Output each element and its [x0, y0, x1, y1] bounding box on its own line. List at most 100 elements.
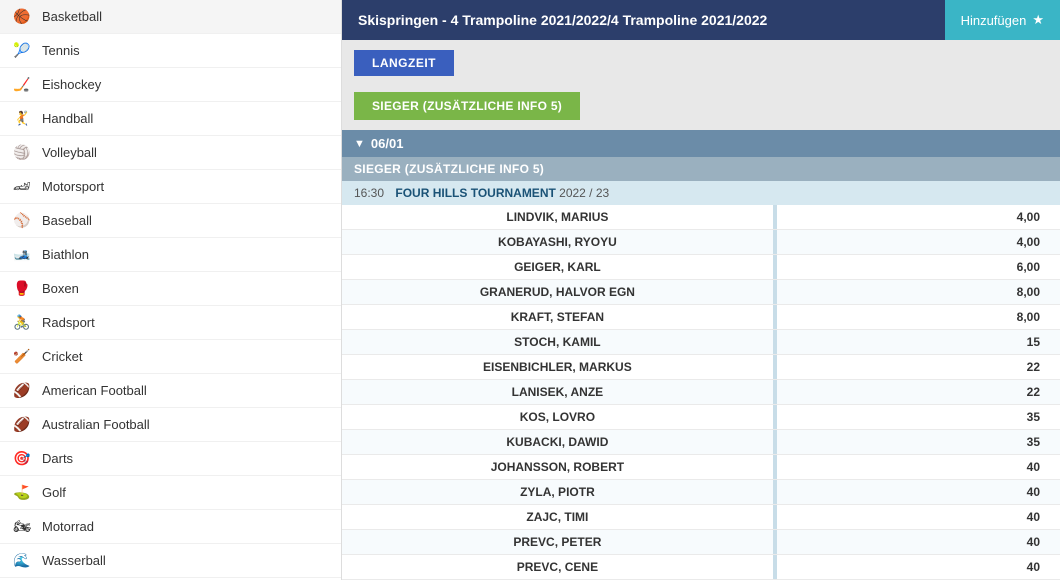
sidebar-item-australian-football[interactable]: 🏈 Australian Football	[0, 408, 341, 442]
player-name: JOHANSSON, ROBERT	[342, 455, 773, 480]
australian-football-icon: 🏈	[12, 416, 32, 433]
sidebar-item-label-australian-football: Australian Football	[42, 417, 150, 432]
eishockey-icon: 🏒	[12, 76, 32, 93]
main-content: Skispringen - 4 Trampoline 2021/2022/4 T…	[342, 0, 1060, 580]
boxen-icon: 🥊	[12, 280, 32, 297]
match-year: 2022 / 23	[559, 186, 609, 200]
darts-icon: 🎯	[12, 450, 32, 467]
sidebar-item-motorrad[interactable]: 🏍Motorrad	[0, 510, 341, 544]
odds-value[interactable]: 40	[777, 505, 1060, 530]
sidebar-item-label-boxen: Boxen	[42, 281, 79, 296]
sidebar-item-label-handball: Handball	[42, 111, 93, 126]
match-time: 16:30	[354, 186, 384, 200]
section-label: SIEGER (ZUSÄTZLICHE INFO 5)	[342, 157, 1060, 181]
table-row: PREVC, CENE40	[342, 555, 1060, 580]
basketball-icon: 🏀	[12, 8, 32, 25]
wasserball-icon: 🌊	[12, 552, 32, 569]
table-row: KUBACKI, DAWID35	[342, 430, 1060, 455]
player-name: KOBAYASHI, RYOYU	[342, 230, 773, 255]
sidebar-item-golf[interactable]: ⛳Golf	[0, 476, 341, 510]
sidebar-item-radsport[interactable]: 🚴 Radsport	[0, 306, 341, 340]
player-name: ZAJC, TIMI	[342, 505, 773, 530]
sidebar-item-label-darts: Darts	[42, 451, 73, 466]
sidebar-item-label-baseball: Baseball	[42, 213, 92, 228]
volleyball-icon: 🏐	[12, 144, 32, 161]
odds-value[interactable]: 15	[777, 330, 1060, 355]
odds-value[interactable]: 22	[777, 380, 1060, 405]
table-row: KOBAYASHI, RYOYU4,00	[342, 230, 1060, 255]
star-icon: ★	[1032, 12, 1044, 28]
green-bar: SIEGER (ZUSÄTZLICHE INFO 5)	[342, 86, 1060, 130]
table-row: STOCH, KAMIL15	[342, 330, 1060, 355]
table-row: EISENBICHLER, MARKUS22	[342, 355, 1060, 380]
date-label: 06/01	[371, 136, 404, 151]
player-name: ZYLA, PIOTR	[342, 480, 773, 505]
table-row: GRANERUD, HALVOR EGN8,00	[342, 280, 1060, 305]
sidebar-item-tennis[interactable]: 🎾Tennis	[0, 34, 341, 68]
odds-value[interactable]: 4,00	[777, 230, 1060, 255]
table-row: GEIGER, KARL6,00	[342, 255, 1060, 280]
cricket-icon: 🏏	[12, 348, 32, 365]
sidebar-item-label-basketball: Basketball	[42, 9, 102, 24]
sidebar: 🏀 Basketball 🎾Tennis 🏒 Eishockey 🤾Handball🏐Vo…	[0, 0, 342, 580]
player-name: EISENBICHLER, MARKUS	[342, 355, 773, 380]
match-name: FOUR HILLS TOURNAMENT	[395, 186, 559, 200]
player-name: STOCH, KAMIL	[342, 330, 773, 355]
table-row: KOS, LOVRO35	[342, 405, 1060, 430]
sidebar-item-baseball[interactable]: ⚾ Baseball	[0, 204, 341, 238]
player-name: GEIGER, KARL	[342, 255, 773, 280]
odds-value[interactable]: 22	[777, 355, 1060, 380]
odds-value[interactable]: 40	[777, 530, 1060, 555]
hinzufugen-button[interactable]: Hinzufügen ★	[945, 0, 1060, 40]
table-row: PREVC, PETER40	[342, 530, 1060, 555]
baseball-icon: ⚾	[12, 212, 32, 229]
sidebar-item-label-american-football: American Football	[42, 383, 147, 398]
page-title: Skispringen - 4 Trampoline 2021/2022/4 T…	[342, 12, 945, 28]
odds-value[interactable]: 35	[777, 430, 1060, 455]
table-row: LANISEK, ANZE22	[342, 380, 1060, 405]
table-row: ZAJC, TIMI40	[342, 505, 1060, 530]
sidebar-item-darts[interactable]: 🎯 Darts	[0, 442, 341, 476]
radsport-icon: 🚴	[12, 314, 32, 331]
sidebar-item-basketball[interactable]: 🏀 Basketball	[0, 0, 341, 34]
table-row: ZYLA, PIOTR40	[342, 480, 1060, 505]
sieger-button[interactable]: SIEGER (ZUSÄTZLICHE INFO 5)	[354, 92, 580, 120]
table-row: KRAFT, STEFAN8,00	[342, 305, 1060, 330]
sidebar-item-eishockey[interactable]: 🏒 Eishockey	[0, 68, 341, 102]
odds-value[interactable]: 6,00	[777, 255, 1060, 280]
odds-value[interactable]: 8,00	[777, 280, 1060, 305]
golf-icon: ⛳	[12, 484, 32, 501]
sidebar-item-label-wasserball: Wasserball	[42, 553, 106, 568]
sidebar-item-biathlon[interactable]: 🎿Biathlon	[0, 238, 341, 272]
sidebar-item-label-cricket: Cricket	[42, 349, 82, 364]
sidebar-item-label-eishockey: Eishockey	[42, 77, 101, 92]
table-row: LINDVIK, MARIUS4,00	[342, 205, 1060, 230]
odds-value[interactable]: 4,00	[777, 205, 1060, 230]
odds-value[interactable]: 8,00	[777, 305, 1060, 330]
main-header: Skispringen - 4 Trampoline 2021/2022/4 T…	[342, 0, 1060, 40]
sidebar-item-label-radsport: Radsport	[42, 315, 95, 330]
sidebar-item-boxen[interactable]: 🥊 Boxen	[0, 272, 341, 306]
odds-value[interactable]: 40	[777, 455, 1060, 480]
sidebar-item-wasserball[interactable]: 🌊 Wasserball	[0, 544, 341, 578]
tennis-icon: 🎾	[12, 42, 32, 59]
odds-value[interactable]: 35	[777, 405, 1060, 430]
sidebar-item-handball[interactable]: 🤾Handball	[0, 102, 341, 136]
sidebar-item-american-football[interactable]: 🏈American Football	[0, 374, 341, 408]
player-name: GRANERUD, HALVOR EGN	[342, 280, 773, 305]
odds-table: LINDVIK, MARIUS4,00KOBAYASHI, RYOYU4,00G…	[342, 205, 1060, 580]
sidebar-item-label-motorsport: Motorsport	[42, 179, 104, 194]
match-row: 16:30 FOUR HILLS TOURNAMENT 2022 / 23	[342, 181, 1060, 205]
collapse-arrow-icon: ▼	[354, 138, 365, 150]
sidebar-item-volleyball[interactable]: 🏐Volleyball	[0, 136, 341, 170]
odds-value[interactable]: 40	[777, 555, 1060, 580]
odds-value[interactable]: 40	[777, 480, 1060, 505]
player-name: LINDVIK, MARIUS	[342, 205, 773, 230]
toolbar: LANGZEIT	[342, 40, 1060, 86]
sidebar-item-motorsport[interactable]: 🏎Motorsport	[0, 170, 341, 204]
player-name: PREVC, CENE	[342, 555, 773, 580]
langzeit-button[interactable]: LANGZEIT	[354, 50, 454, 76]
sidebar-item-cricket[interactable]: 🏏 Cricket	[0, 340, 341, 374]
player-name: KRAFT, STEFAN	[342, 305, 773, 330]
player-name: PREVC, PETER	[342, 530, 773, 555]
